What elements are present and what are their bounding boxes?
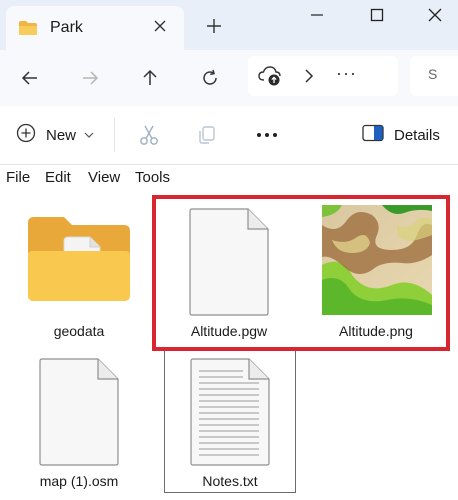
title-bar: Park <box>0 0 458 50</box>
chevron-down-icon <box>84 126 94 144</box>
cut-icon[interactable] <box>134 120 164 150</box>
close-icon[interactable] <box>148 14 172 38</box>
search-partial-glyph: S <box>428 66 438 82</box>
menu-bar: File Edit View Tools <box>0 165 458 191</box>
toolbar-separator <box>114 118 115 152</box>
close-window-icon[interactable] <box>412 0 458 30</box>
details-button-label: Details <box>394 126 440 144</box>
tab-title: Park <box>50 19 83 36</box>
new-button-label: New <box>46 126 77 144</box>
copy-icon[interactable] <box>192 120 222 150</box>
file-item-notes-txt[interactable]: Notes.txt <box>164 347 296 493</box>
menu-tools[interactable]: Tools <box>135 169 170 186</box>
forward-arrow-icon[interactable] <box>72 60 108 96</box>
folder-icon <box>24 213 134 308</box>
file-name-map-osm: map (1).osm <box>39 473 119 489</box>
menu-edit[interactable]: Edit <box>45 169 71 186</box>
tab-park[interactable]: Park <box>6 6 184 50</box>
file-name-geodata: geodata <box>53 323 105 339</box>
selection-highlight-box <box>152 195 450 351</box>
text-file-icon <box>189 357 271 472</box>
address-bar[interactable]: ··· <box>248 56 398 96</box>
blank-file-icon <box>38 357 120 472</box>
file-name-notes-txt: Notes.txt <box>202 473 258 489</box>
plus-icon[interactable] <box>200 12 228 40</box>
details-pane-icon <box>362 124 384 147</box>
chevron-right-icon[interactable] <box>302 68 316 89</box>
address-more-button[interactable]: ··· <box>336 63 357 84</box>
folder-icon <box>18 20 38 41</box>
search-box[interactable]: S <box>410 56 458 96</box>
plus-circle-icon <box>16 123 36 148</box>
minimize-icon[interactable] <box>294 0 340 30</box>
maximize-icon[interactable] <box>354 0 400 30</box>
file-list: geodata Altitude.pgw Altitude.png map (1… <box>0 191 458 500</box>
cloud-upload-icon <box>258 65 282 92</box>
command-toolbar: New Details <box>0 106 458 165</box>
up-arrow-icon[interactable] <box>132 60 168 96</box>
back-arrow-icon[interactable] <box>12 60 48 96</box>
menu-file[interactable]: File <box>6 169 30 186</box>
new-button[interactable]: New <box>16 120 94 150</box>
refresh-icon[interactable] <box>192 60 228 96</box>
menu-view[interactable]: View <box>88 169 120 186</box>
file-item-map-osm[interactable]: map (1).osm <box>18 351 140 491</box>
more-options-icon[interactable] <box>252 120 282 150</box>
folder-item-geodata[interactable]: geodata <box>18 209 140 349</box>
details-button[interactable]: Details <box>362 120 440 150</box>
navigation-bar: ··· S <box>0 50 458 106</box>
